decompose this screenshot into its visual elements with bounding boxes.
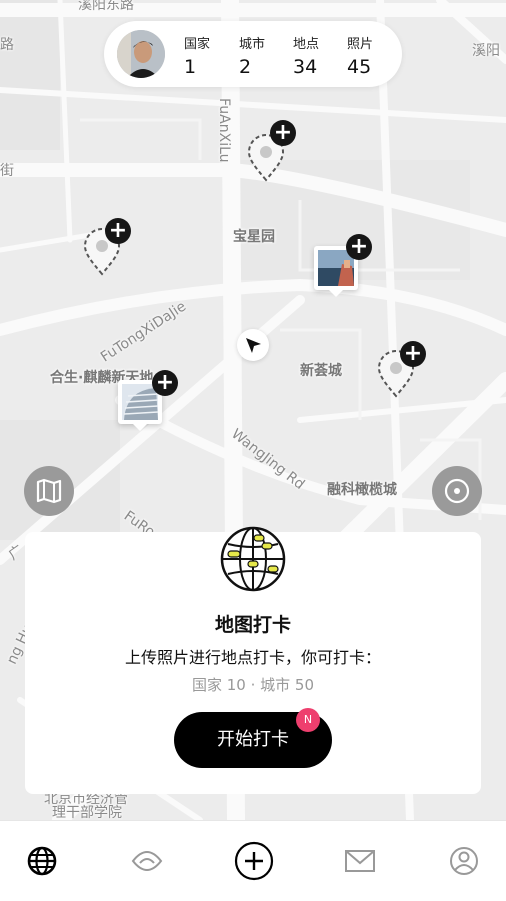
add-checkin-button[interactable]: + bbox=[105, 218, 131, 244]
tab-map[interactable] bbox=[24, 843, 60, 879]
stat-label: 照片 bbox=[347, 37, 374, 52]
add-checkin-button[interactable]: + bbox=[270, 120, 296, 146]
add-checkin-button[interactable]: + bbox=[152, 370, 178, 396]
bottom-tab-bar bbox=[0, 820, 506, 901]
map-label-road: 溪阳 bbox=[472, 43, 500, 59]
user-stats-bar[interactable]: 国家 1 城市 2 地点 34 照片 45 bbox=[104, 21, 402, 87]
user-avatar-photo bbox=[117, 30, 165, 78]
tab-discover[interactable] bbox=[129, 843, 165, 879]
stat-label: 地点 bbox=[293, 37, 320, 52]
add-checkin-button[interactable]: + bbox=[400, 341, 426, 367]
map-layer-button[interactable] bbox=[24, 466, 74, 516]
card-title: 地图打卡 bbox=[214, 614, 291, 636]
target-icon bbox=[444, 478, 470, 504]
stat-value: 1 bbox=[184, 56, 197, 78]
photo-location-pin[interactable]: + bbox=[118, 370, 178, 440]
profile-icon bbox=[450, 847, 478, 875]
mail-icon bbox=[345, 850, 375, 872]
stat-label: 国家 bbox=[184, 37, 211, 52]
map-label-area: 融科橄榄城 bbox=[327, 482, 397, 498]
add-circle-icon bbox=[234, 841, 274, 881]
locate-me-button[interactable] bbox=[432, 466, 482, 516]
tab-add[interactable] bbox=[234, 841, 274, 881]
stat-photos: 照片 45 bbox=[347, 33, 373, 78]
map-label-area: 新荟城 bbox=[300, 363, 342, 379]
checkin-intro-card: 地图打卡 上传照片进行地点打卡，你可打卡： 国家 10 · 城市 50 开始打卡… bbox=[25, 526, 481, 794]
map-label-road: 街 bbox=[0, 163, 14, 179]
map-label-area: 理干部学院 bbox=[52, 805, 122, 820]
building-photo bbox=[122, 384, 158, 420]
navigation-arrow-icon bbox=[246, 338, 261, 353]
add-checkin-button[interactable]: + bbox=[346, 234, 372, 260]
avatar[interactable] bbox=[117, 30, 165, 78]
current-location-marker bbox=[237, 329, 269, 361]
stat-value: 34 bbox=[293, 56, 318, 78]
card-description: 上传照片进行地点打卡，你可打卡： bbox=[124, 648, 381, 667]
empty-location-pin[interactable]: + bbox=[82, 218, 131, 278]
map-label-road: 溪阳东路 bbox=[78, 0, 134, 13]
stat-value: 2 bbox=[239, 56, 252, 78]
stat-label: 城市 bbox=[239, 37, 266, 52]
photo-location-pin[interactable]: + bbox=[312, 234, 372, 304]
map-label-area: 宝星园 bbox=[233, 229, 275, 245]
checkin-limit-text: 国家 10 · 城市 50 bbox=[191, 676, 314, 694]
stat-cities: 城市 2 bbox=[239, 33, 265, 78]
discover-eye-icon bbox=[131, 851, 163, 871]
tab-messages[interactable] bbox=[342, 843, 378, 879]
new-badge: N bbox=[296, 708, 320, 732]
map-label-road: 路 bbox=[0, 37, 14, 53]
map-label-road: FuAnXiLu bbox=[216, 98, 232, 163]
empty-location-pin[interactable]: + bbox=[376, 341, 426, 400]
globe-icon bbox=[220, 526, 286, 592]
stat-countries: 国家 1 bbox=[184, 33, 210, 78]
empty-location-pin[interactable]: + bbox=[246, 120, 296, 184]
stat-places: 地点 34 bbox=[293, 33, 319, 78]
tab-profile[interactable] bbox=[446, 843, 482, 879]
globe-icon bbox=[27, 846, 57, 876]
map-icon bbox=[36, 478, 62, 504]
stat-value: 45 bbox=[347, 56, 372, 78]
